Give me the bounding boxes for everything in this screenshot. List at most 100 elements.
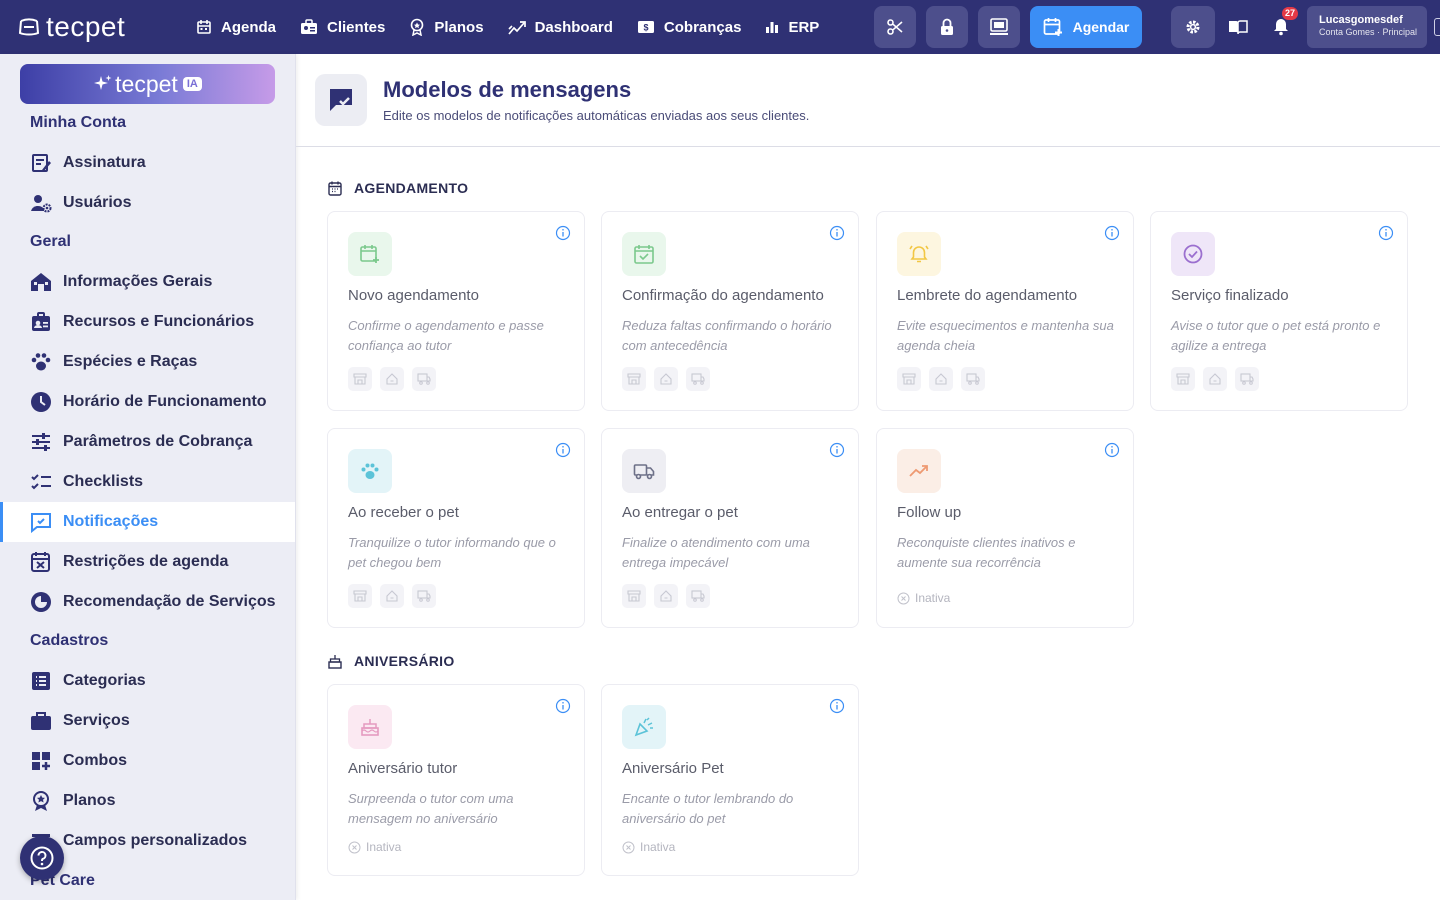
card-icon-box bbox=[897, 232, 941, 276]
list-icon bbox=[32, 672, 50, 690]
checklist-icon bbox=[31, 474, 51, 490]
briefcase-icon bbox=[31, 712, 51, 730]
sidebar-item-combos[interactable]: Combos bbox=[0, 741, 295, 781]
group-agendamento: AGENDAMENTO bbox=[328, 180, 468, 196]
channel-chips bbox=[1171, 367, 1267, 391]
card-lembrete-agendamento[interactable]: Lembrete do agendamento Evite esquecimen… bbox=[876, 211, 1134, 411]
nav-cobrancas[interactable]: $ Cobranças bbox=[637, 0, 761, 54]
nav-dashboard-label: Dashboard bbox=[534, 18, 613, 36]
x-circle-icon bbox=[348, 841, 361, 853]
calendar-block-icon bbox=[31, 552, 50, 572]
nav-planos[interactable]: Planos bbox=[409, 0, 502, 54]
info-icon[interactable] bbox=[555, 225, 571, 241]
nav-clientes[interactable]: Clientes bbox=[300, 0, 404, 54]
cake-icon bbox=[328, 654, 342, 669]
cake-icon bbox=[361, 719, 379, 736]
nav-agenda[interactable]: Agenda bbox=[196, 0, 295, 54]
info-icon[interactable] bbox=[829, 225, 845, 241]
settings-sidebar: tecpet IA Minha Conta Assinatura Usuário… bbox=[0, 54, 296, 900]
card-novo-agendamento[interactable]: Novo agendamento Confirme o agendamento … bbox=[327, 211, 585, 411]
lock-icon bbox=[941, 18, 953, 35]
lock-button[interactable] bbox=[926, 6, 968, 48]
card-title: Follow up bbox=[897, 504, 962, 521]
sidebar-item-label: Recomendação de Serviços bbox=[63, 593, 276, 610]
calendar-icon bbox=[197, 20, 211, 34]
card-ao-receber-pet[interactable]: Ao receber o pet Tranquilize o tutor inf… bbox=[327, 428, 585, 628]
clock-icon bbox=[31, 392, 51, 412]
card-title: Serviço finalizado bbox=[1171, 287, 1289, 304]
sidebar-item-restricoes[interactable]: Restrições de agenda bbox=[0, 542, 295, 582]
info-icon[interactable] bbox=[555, 442, 571, 458]
help-button[interactable] bbox=[20, 836, 64, 880]
sidebar-item-usuarios[interactable]: Usuários bbox=[0, 183, 295, 223]
home-icon bbox=[380, 584, 404, 608]
card-aniversario-tutor[interactable]: Aniversário tutor Surpreenda o tutor com… bbox=[327, 684, 585, 876]
tecpet-logo[interactable]: tecpet bbox=[18, 11, 168, 43]
sidebar-item-informacoes-gerais[interactable]: Informações Gerais bbox=[0, 262, 295, 302]
party-popper-icon bbox=[634, 717, 653, 737]
card-icon-box bbox=[897, 449, 941, 493]
section-cadastros: Cadastros bbox=[30, 632, 109, 649]
message-icon bbox=[31, 513, 51, 533]
store-icon bbox=[897, 367, 921, 391]
sidebar-item-label: Notificações bbox=[63, 513, 159, 530]
channel-chips bbox=[348, 584, 444, 608]
sidebar-item-horario[interactable]: Horário de Funcionamento bbox=[0, 382, 295, 422]
card-ao-entregar-pet[interactable]: Ao entregar o pet Finalize o atendimento… bbox=[601, 428, 859, 628]
billing-icon: $ bbox=[637, 21, 654, 33]
medal-icon bbox=[33, 791, 49, 811]
status-inactive: Inativa bbox=[348, 840, 401, 854]
sidebar-item-categorias[interactable]: Categorias bbox=[0, 661, 295, 701]
page-header: Modelos de mensagens Edite os modelos de… bbox=[296, 54, 1440, 147]
home-icon bbox=[929, 367, 953, 391]
card-servico-finalizado[interactable]: Serviço finalizado Avise o tutor que o p… bbox=[1150, 211, 1408, 411]
user-menu[interactable]: Lucasgomesdef Conta Gomes · Principal bbox=[1307, 6, 1427, 48]
check-circle-icon bbox=[1183, 244, 1203, 264]
info-icon[interactable] bbox=[829, 442, 845, 458]
top-navigation-bar: tecpet Agenda Clientes Planos Dashboard … bbox=[0, 0, 1440, 54]
info-icon[interactable] bbox=[1378, 225, 1394, 241]
manual-button[interactable] bbox=[1225, 14, 1251, 40]
notifications-button[interactable]: 27 bbox=[1268, 7, 1298, 40]
group-agendamento-label: AGENDAMENTO bbox=[354, 180, 469, 196]
schedule-button[interactable]: Agendar bbox=[1030, 6, 1142, 48]
sidebar-item-checklists[interactable]: Checklists bbox=[0, 462, 295, 502]
sidebar-item-especies[interactable]: Espécies e Raças bbox=[0, 342, 295, 382]
sidebar-item-planos[interactable]: Planos bbox=[0, 781, 295, 821]
tecpet-ia-button[interactable]: tecpet IA bbox=[20, 64, 275, 104]
card-description: Finalize o atendimento com uma entrega i… bbox=[622, 535, 810, 570]
info-icon[interactable] bbox=[829, 698, 845, 714]
clients-icon bbox=[301, 19, 318, 34]
ia-label: tecpet bbox=[115, 70, 178, 97]
tecpet-logo-icon bbox=[18, 18, 40, 36]
settings-button[interactable] bbox=[1171, 6, 1215, 48]
nav-erp[interactable]: ERP bbox=[765, 0, 838, 54]
sidebar-item-servicos[interactable]: Serviços bbox=[0, 701, 295, 741]
nav-planos-label: Planos bbox=[434, 18, 484, 36]
card-icon-box bbox=[348, 705, 392, 749]
sidebar-item-parametros-cobranca[interactable]: Parâmetros de Cobrança bbox=[0, 422, 295, 462]
calendar-check-icon bbox=[634, 245, 654, 264]
sidebar-item-label: Combos bbox=[63, 752, 127, 769]
calendar-add-icon bbox=[1043, 18, 1062, 36]
card-aniversario-pet[interactable]: Aniversário Pet Encante o tutor lembrand… bbox=[601, 684, 859, 876]
info-icon[interactable] bbox=[1104, 225, 1120, 241]
sidebar-item-recursos[interactable]: Recursos e Funcionários bbox=[0, 302, 295, 342]
card-description: Avise o tutor que o pet está pronto e ag… bbox=[1171, 318, 1381, 353]
info-icon[interactable] bbox=[555, 698, 571, 714]
ia-badge: IA bbox=[182, 77, 202, 91]
delivery-icon bbox=[1235, 367, 1259, 391]
card-follow-up[interactable]: Follow up Reconquiste clientes inativos … bbox=[876, 428, 1134, 628]
sidebar-item-label: Parâmetros de Cobrança bbox=[63, 433, 253, 450]
sidebar-item-recomendacao[interactable]: Recomendação de Serviços bbox=[0, 582, 295, 622]
scissors-button[interactable] bbox=[874, 6, 916, 48]
card-confirmacao-agendamento[interactable]: Confirmação do agendamento Reduza faltas… bbox=[601, 211, 859, 411]
sidebar-item-label: Checklists bbox=[63, 473, 144, 490]
info-icon[interactable] bbox=[1104, 442, 1120, 458]
nav-dashboard[interactable]: Dashboard bbox=[507, 0, 632, 54]
sidebar-item-label: Assinatura bbox=[63, 154, 146, 171]
sidebar-item-notificacoes[interactable]: Notificações bbox=[0, 502, 295, 542]
card-title: Ao entregar o pet bbox=[622, 504, 738, 521]
cashier-button[interactable] bbox=[978, 6, 1020, 48]
sidebar-item-assinatura[interactable]: Assinatura bbox=[0, 143, 295, 183]
